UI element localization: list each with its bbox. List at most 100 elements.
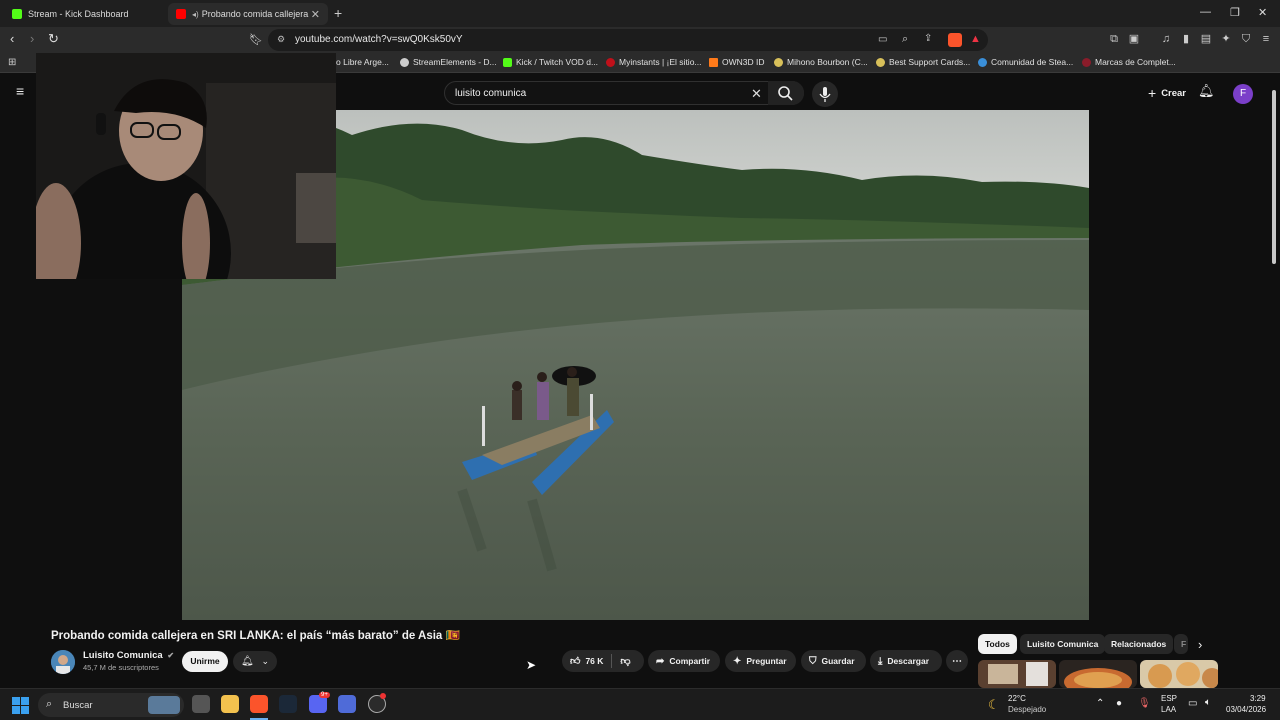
wallet-icon[interactable]: ▤ — [1200, 33, 1212, 45]
voice-search-button[interactable] — [812, 81, 838, 107]
microphone-icon — [819, 87, 831, 102]
url-text: youtube.com/watch?v=swQ0Ksk50vY — [295, 34, 463, 45]
save-label: Guardar — [821, 656, 855, 666]
bookmark-item[interactable]: OWN3D ID — [709, 57, 765, 67]
media-icon[interactable]: ♫ — [1160, 33, 1172, 45]
like-icon[interactable]: 👍︎ — [570, 655, 580, 667]
windows-start-icon[interactable] — [12, 697, 29, 714]
subscription-bell-button[interactable]: 🔔︎ ⌄ — [233, 651, 277, 672]
speaker-icon: ◂) — [192, 9, 199, 19]
chevron-up-icon[interactable]: ⌃ — [1096, 698, 1104, 709]
bookmark-item[interactable]: Comunidad de Stea... — [978, 57, 1073, 67]
bookmark-label: Myinstants | ¡El sitio... — [619, 57, 702, 67]
bookmark-item[interactable]: Mihono Bourbon (C... — [774, 57, 868, 67]
network-icon[interactable]: ▭ — [1188, 698, 1197, 709]
download-button[interactable]: ⤓ Descargar — [870, 650, 942, 672]
weather-desc[interactable]: Despejado — [1008, 705, 1046, 714]
zoom-icon[interactable]: ⌕ — [902, 33, 908, 46]
notifications-bell-icon[interactable]: 🔔︎ — [1198, 83, 1215, 99]
bookmark-item[interactable]: o Libre Arge... — [336, 57, 389, 67]
tab-kick-dashboard[interactable]: Stream - Kick Dashboard — [4, 3, 166, 25]
clear-search-icon[interactable]: ✕ — [751, 86, 762, 102]
like-count[interactable]: 76 K — [585, 656, 603, 666]
bookmark-item[interactable]: Marcas de Complet... — [1082, 57, 1176, 67]
bookmark-icon[interactable]: 🔖︎ — [249, 33, 263, 46]
volume-icon[interactable]: 🔈︎ — [1205, 697, 1211, 708]
extensions-icon[interactable]: ⧉ — [1108, 33, 1120, 45]
cast-icon[interactable]: ▭ — [878, 34, 887, 45]
gamewith-icon — [876, 57, 885, 67]
close-icon[interactable]: ✕ — [311, 8, 320, 21]
channel-avatar[interactable] — [51, 650, 75, 674]
clock-time[interactable]: 3:29 — [1250, 694, 1266, 703]
chip-partial[interactable]: F — [1174, 634, 1188, 654]
chip-related[interactable]: Relacionados — [1104, 634, 1174, 654]
forward-button[interactable]: › — [30, 31, 34, 46]
sidebar-icon[interactable]: ▮ — [1180, 33, 1192, 45]
chip-channel[interactable]: Luisito Comunica — [1020, 634, 1106, 654]
more-actions-button[interactable]: ⋯ — [946, 650, 968, 672]
create-button[interactable]: + Crear — [1140, 82, 1194, 104]
tray-app-icon[interactable]: ● — [1116, 698, 1122, 709]
file-explorer-icon[interactable] — [221, 695, 239, 713]
close-window-button[interactable]: ✕ — [1258, 6, 1267, 19]
save-button[interactable]: ⛉ Guardar — [801, 650, 866, 672]
minimize-button[interactable]: — — [1200, 6, 1211, 18]
bookmark-item[interactable]: Kick / Twitch VOD d... — [503, 57, 598, 67]
dislike-icon[interactable]: 👎︎ — [620, 655, 630, 667]
tab-search-icon[interactable]: ▣ — [1128, 33, 1140, 45]
new-tab-button[interactable]: + — [334, 5, 342, 21]
task-view-icon[interactable] — [192, 695, 210, 713]
discord-badge: 9+ — [319, 692, 330, 698]
weather-moon-icon[interactable]: ☾ — [988, 697, 1000, 713]
bookmark-item[interactable]: Best Support Cards... — [876, 57, 970, 67]
keyboard-layout[interactable]: LAA — [1161, 705, 1176, 714]
brave-shields-icon[interactable] — [948, 33, 962, 47]
leo-ai-icon[interactable]: ✦ — [1220, 33, 1232, 45]
search-input[interactable]: luisito comunica ✕ — [444, 81, 804, 105]
site-info-icon[interactable]: ⚙︎ — [277, 34, 285, 45]
share-icon[interactable]: ⇪ — [924, 33, 932, 44]
related-video-thumbnail[interactable] — [1140, 660, 1218, 688]
reload-button[interactable]: ↻ — [48, 31, 59, 47]
brave-rewards-icon[interactable]: ▲ — [970, 33, 981, 45]
related-video-thumbnail[interactable] — [1059, 660, 1137, 688]
search-highlight-image — [148, 696, 180, 714]
steam-icon[interactable] — [279, 695, 297, 713]
hamburger-menu-icon[interactable]: ≡ — [16, 83, 24, 99]
windows-taskbar: ⌕ Buscar 9+ ☾ 22°C Despejado ⌃ ● 🎙︎ ESP … — [0, 688, 1280, 720]
join-button[interactable]: Unirme — [182, 651, 228, 672]
related-video-thumbnail[interactable] — [978, 660, 1056, 688]
share-button[interactable]: ➦ Compartir — [648, 650, 720, 672]
app-icon[interactable] — [338, 695, 356, 713]
menu-icon[interactable]: ≡ — [1260, 33, 1272, 45]
chip-all[interactable]: Todos — [978, 634, 1017, 654]
taskbar-search[interactable]: ⌕ Buscar — [38, 693, 184, 717]
restore-button[interactable]: ❐ — [1230, 6, 1240, 19]
tab-youtube-video[interactable]: ◂) Probando comida callejera en ✕ — [168, 3, 328, 25]
microphone-icon[interactable]: 🎙︎ — [1138, 698, 1151, 709]
apps-grid-icon[interactable]: ⊞ — [8, 57, 16, 68]
page-scrollbar-thumb[interactable] — [1272, 90, 1276, 264]
clock-date[interactable]: 03/04/2026 — [1226, 705, 1266, 714]
divider — [611, 654, 613, 668]
user-avatar[interactable]: F — [1233, 84, 1253, 104]
bookmark-label: Comunidad de Stea... — [991, 57, 1074, 67]
bell-icon: 🔔︎ — [241, 656, 254, 667]
download-icon: ⤓ — [878, 655, 883, 667]
channel-name[interactable]: Luisito Comunica ✔︎ — [83, 650, 174, 661]
vpn-icon[interactable]: ⛉ — [1240, 33, 1252, 45]
url-bar[interactable]: ⚙︎ youtube.com/watch?v=swQ0Ksk50vY ▭ ⌕ ⇪… — [268, 29, 988, 51]
kick-icon — [12, 9, 22, 19]
bookmark-item[interactable]: Myinstants | ¡El sitio... — [606, 57, 702, 67]
input-language[interactable]: ESP — [1161, 694, 1177, 703]
back-button[interactable]: ‹ — [10, 31, 14, 46]
ask-button[interactable]: ✦ Preguntar — [725, 650, 796, 672]
address-toolbar: ‹ › ↻ 🔖︎ ⚙︎ youtube.com/watch?v=swQ0Ksk5… — [0, 27, 1280, 53]
chevron-right-icon[interactable]: › — [1198, 637, 1202, 652]
bookmark-item[interactable]: StreamElements - D... — [400, 57, 497, 67]
weather-temp[interactable]: 22°C — [1008, 694, 1026, 703]
recording-indicator — [380, 693, 386, 699]
search-button[interactable] — [768, 81, 804, 105]
brave-browser-icon[interactable] — [250, 695, 268, 713]
